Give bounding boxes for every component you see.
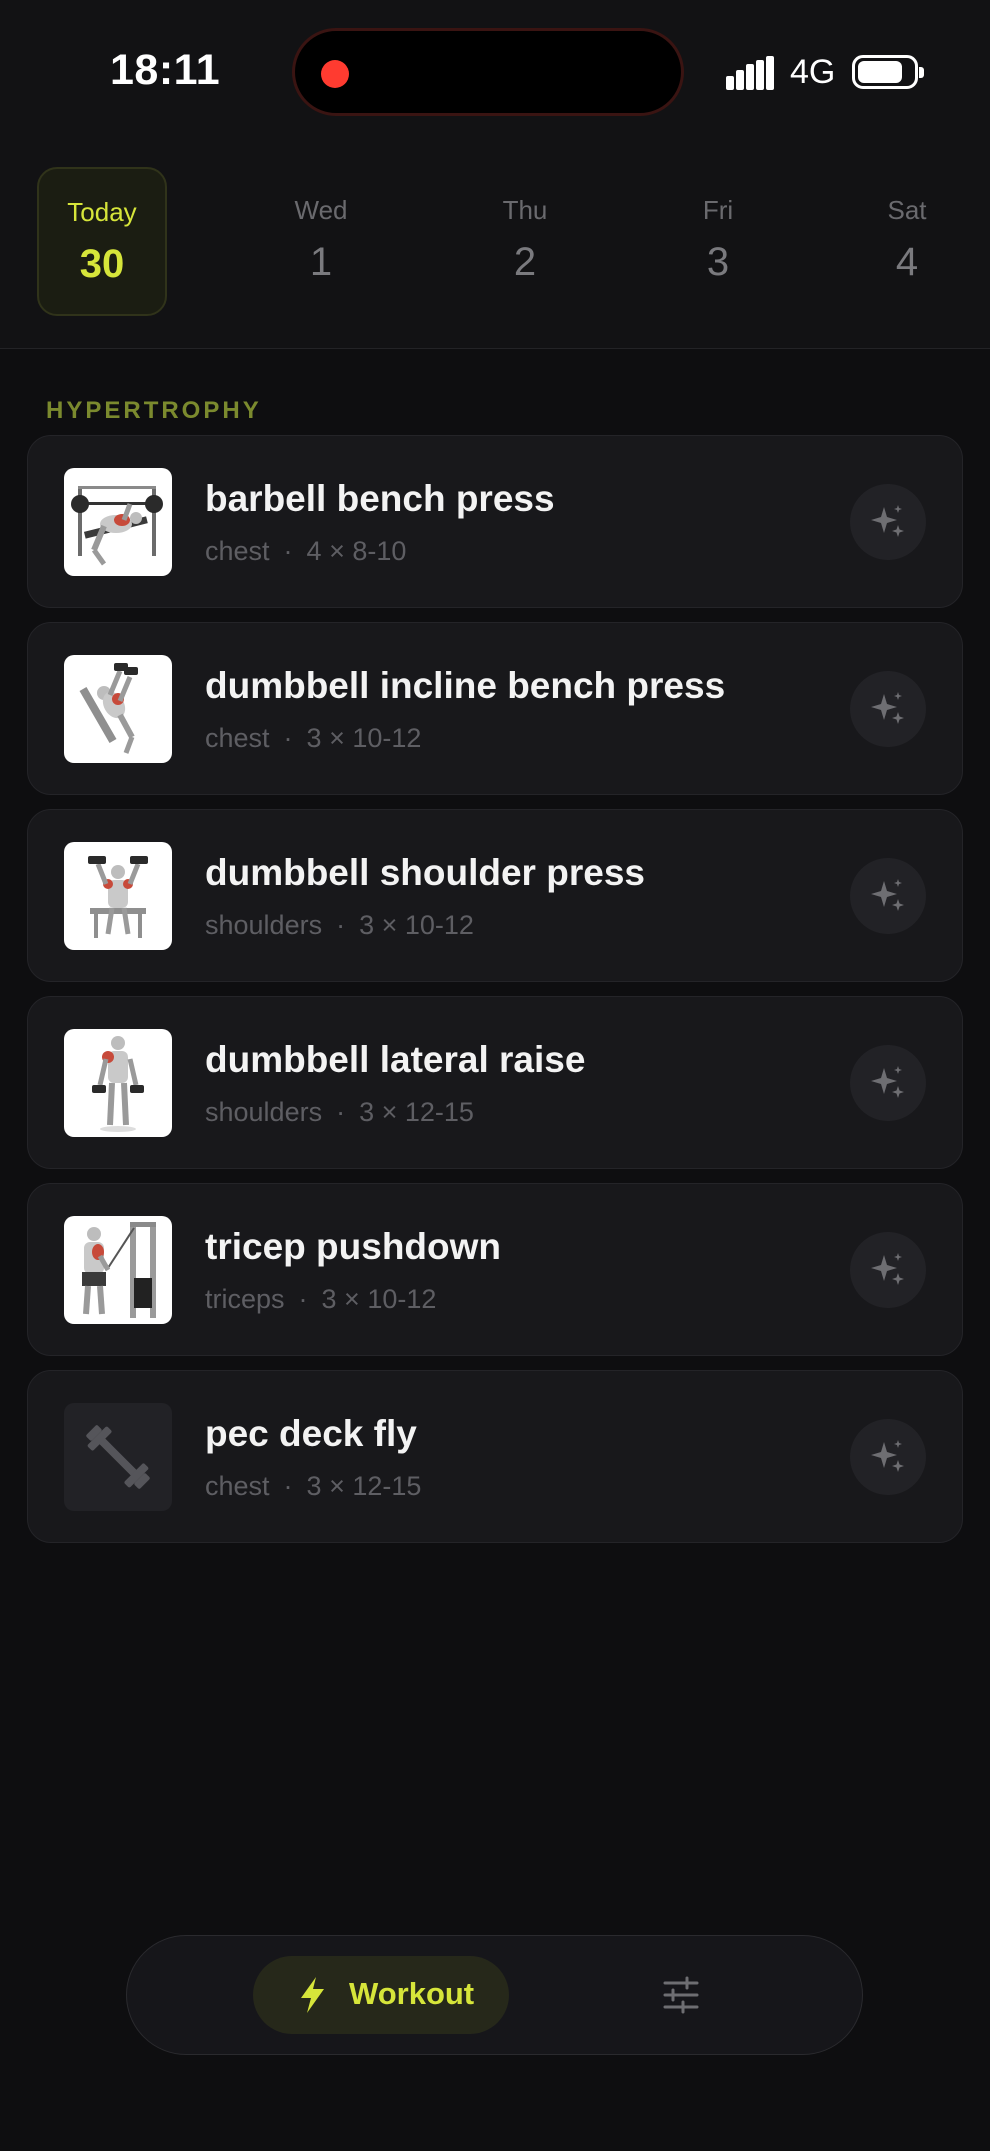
day-name: Thu xyxy=(502,195,548,225)
recording-indicator-icon xyxy=(321,60,349,88)
bench-press-illustration xyxy=(64,468,172,576)
meta-separator: · xyxy=(283,723,293,753)
exercise-meta: shoulders · 3 × 12-15 xyxy=(205,1097,474,1128)
ai-sparkle-button[interactable] xyxy=(850,1045,926,1121)
day-number: 4 xyxy=(895,240,919,284)
day-sat[interactable]: Sat 4 xyxy=(842,167,972,316)
network-type-label: 4G xyxy=(790,53,836,91)
exercise-sets: 4 × 8-10 xyxy=(306,536,407,566)
day-number: 3 xyxy=(706,240,730,284)
day-thu[interactable]: Thu 2 xyxy=(460,167,590,316)
exercise-name: dumbbell lateral raise xyxy=(205,1039,586,1080)
meta-separator: · xyxy=(336,910,346,940)
cellular-signal-icon xyxy=(726,56,774,90)
exercise-muscle: triceps xyxy=(205,1284,285,1314)
day-name: Today xyxy=(67,197,137,227)
screen: 18:11 4G Today 30 Wed 1 Thu 2 Fri 3 Sat … xyxy=(0,0,990,2151)
exercise-muscle: shoulders xyxy=(205,1097,323,1127)
exercise-card[interactable]: dumbbell shoulder press shoulders · 3 × 10… xyxy=(27,809,963,982)
nav-settings-tab[interactable] xyxy=(661,1975,701,2015)
status-bar: 18:11 4G xyxy=(0,0,990,140)
exercise-sets: 3 × 12-15 xyxy=(306,1471,422,1501)
exercise-meta: chest · 3 × 12-15 xyxy=(205,1471,421,1502)
exercise-meta: triceps · 3 × 10-12 xyxy=(205,1284,436,1315)
exercise-card[interactable]: dumbbell incline bench press chest · 3 × 1… xyxy=(27,622,963,795)
shoulder-press-illustration xyxy=(64,842,172,950)
exercise-muscle: chest xyxy=(205,1471,270,1501)
sparkle-icon xyxy=(871,692,904,724)
day-number: 1 xyxy=(309,240,333,284)
sliders-icon xyxy=(663,1976,699,2014)
sparkle-icon xyxy=(871,879,904,911)
exercise-meta: chest · 4 × 8-10 xyxy=(205,536,406,567)
exercise-muscle: chest xyxy=(205,536,270,566)
exercise-name: dumbbell incline bench press xyxy=(205,665,726,706)
nav-workout-tab[interactable]: Workout xyxy=(253,1956,509,2034)
ai-sparkle-button[interactable] xyxy=(850,1419,926,1495)
sparkle-icon xyxy=(871,1253,904,1285)
sparkle-icon xyxy=(871,1066,904,1098)
exercise-meta: shoulders · 3 × 10-12 xyxy=(205,910,474,941)
sparkle-icon xyxy=(871,1440,904,1472)
exercise-card[interactable]: tricep pushdown triceps · 3 × 10-12 xyxy=(27,1183,963,1356)
day-number: 30 xyxy=(79,242,125,286)
exercise-sets: 3 × 10-12 xyxy=(359,910,474,940)
sparkle-icon xyxy=(871,505,904,537)
day-number: 2 xyxy=(513,240,537,284)
exercise-card[interactable]: barbell bench press chest · 4 × 8-10 xyxy=(27,435,963,608)
battery-icon xyxy=(852,55,924,89)
incline-press-illustration xyxy=(64,655,172,763)
dumbbell-placeholder-icon xyxy=(64,1403,172,1511)
section-label: HYPERTROPHY xyxy=(46,397,262,424)
exercise-card[interactable]: pec deck fly chest · 3 × 12-15 xyxy=(27,1370,963,1543)
day-wed[interactable]: Wed 1 xyxy=(256,167,386,316)
week-date-strip: Today 30 Wed 1 Thu 2 Fri 3 Sat 4 xyxy=(0,140,990,349)
day-name: Sat xyxy=(887,195,927,225)
day-name: Wed xyxy=(294,195,348,225)
pushdown-illustration xyxy=(64,1216,172,1324)
meta-separator: · xyxy=(336,1097,346,1127)
exercise-name: tricep pushdown xyxy=(205,1226,501,1267)
exercise-sets: 3 × 10-12 xyxy=(321,1284,437,1314)
exercise-name: dumbbell shoulder press xyxy=(205,852,645,893)
exercise-meta: chest · 3 × 10-12 xyxy=(205,723,421,754)
ai-sparkle-button[interactable] xyxy=(850,1232,926,1308)
bottom-nav: Workout xyxy=(126,1935,863,2055)
exercise-list: barbell bench press chest · 4 × 8-10 dum… xyxy=(27,435,963,1557)
meta-separator: · xyxy=(283,1471,293,1501)
lateral-raise-illustration xyxy=(64,1029,172,1137)
exercise-sets: 3 × 10-12 xyxy=(306,723,422,753)
dynamic-island xyxy=(292,28,684,116)
lightning-bolt-icon xyxy=(301,1977,324,2013)
day-name: Fri xyxy=(702,195,734,225)
exercise-name: barbell bench press xyxy=(205,478,555,519)
exercise-card[interactable]: dumbbell lateral raise shoulders · 3 × 12-… xyxy=(27,996,963,1169)
ai-sparkle-button[interactable] xyxy=(850,858,926,934)
exercise-name: pec deck fly xyxy=(205,1413,417,1454)
ai-sparkle-button[interactable] xyxy=(850,484,926,560)
meta-separator: · xyxy=(283,536,293,566)
exercise-sets: 3 × 12-15 xyxy=(359,1097,474,1127)
status-time: 18:11 xyxy=(110,46,221,94)
exercise-muscle: chest xyxy=(205,723,270,753)
exercise-muscle: shoulders xyxy=(205,910,323,940)
nav-workout-label: Workout xyxy=(349,1976,475,2011)
ai-sparkle-button[interactable] xyxy=(850,671,926,747)
day-fri[interactable]: Fri 3 xyxy=(653,167,783,316)
day-today[interactable]: Today 30 xyxy=(37,167,167,316)
meta-separator: · xyxy=(298,1284,308,1314)
